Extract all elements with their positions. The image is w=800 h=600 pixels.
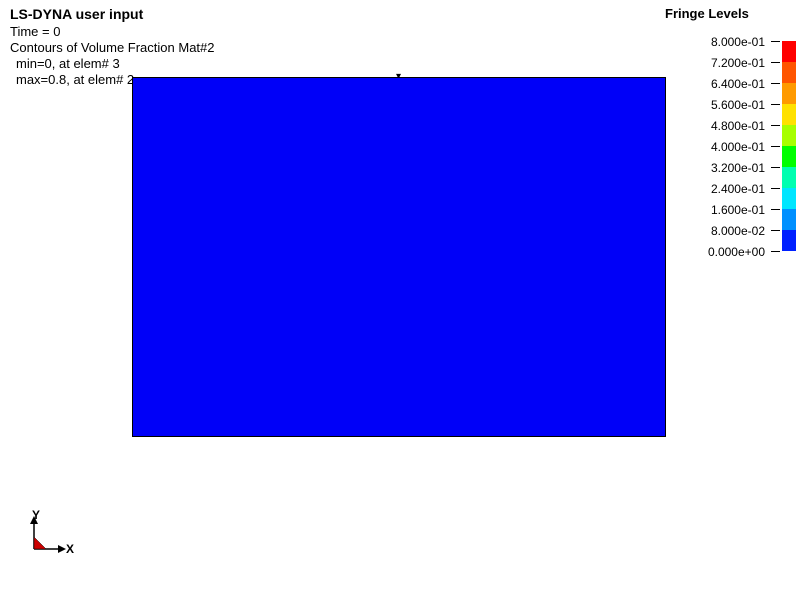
legend-tick-icon — [771, 251, 780, 252]
legend-swatch — [782, 62, 796, 83]
legend-swatch — [782, 146, 796, 167]
legend-row: 7.200e-01 — [665, 52, 780, 73]
time-label: Time = — [10, 24, 50, 39]
legend-swatch — [782, 41, 796, 62]
legend-label: 7.200e-01 — [711, 56, 771, 70]
legend-swatch — [782, 209, 796, 230]
contour-label: Contours of Volume Fraction Mat#2 — [10, 40, 215, 56]
legend-tick-icon — [771, 41, 780, 42]
axis-y-label: Y — [32, 508, 40, 522]
legend-label: 4.800e-01 — [711, 119, 771, 133]
legend-row: 2.400e-01 — [665, 178, 780, 199]
legend-swatch — [782, 188, 796, 209]
legend-row: 0.000e+00 — [665, 241, 780, 262]
legend-row: 1.600e-01 — [665, 199, 780, 220]
time-line: Time = 0 — [10, 24, 215, 40]
legend-tick-icon — [771, 62, 780, 63]
legend-tick-icon — [771, 188, 780, 189]
legend-label: 8.000e-02 — [711, 224, 771, 238]
legend-tick-icon — [771, 209, 780, 210]
legend-swatch-column — [782, 41, 796, 251]
legend-title: Fringe Levels — [665, 6, 780, 21]
legend-row: 8.000e-01 — [665, 31, 780, 52]
legend-row: 4.800e-01 — [665, 115, 780, 136]
legend-swatch — [782, 125, 796, 146]
legend-tick-icon — [771, 146, 780, 147]
legend-row: 3.200e-01 — [665, 157, 780, 178]
fringe-legend: Fringe Levels 8.000e-01 7.200e-01 6.400e-0… — [665, 6, 780, 262]
legend-tick-icon — [771, 125, 780, 126]
legend-tick-icon — [771, 167, 780, 168]
legend-row: 4.000e-01 — [665, 136, 780, 157]
contour-plot[interactable] — [132, 77, 666, 437]
legend-swatch — [782, 83, 796, 104]
legend-tick-icon — [771, 104, 780, 105]
axis-triad[interactable]: Y X — [24, 514, 84, 564]
legend-swatch — [782, 167, 796, 188]
legend-label: 6.400e-01 — [711, 77, 771, 91]
time-value: 0 — [50, 24, 61, 39]
legend-label: 5.600e-01 — [711, 98, 771, 112]
legend-label: 0.000e+00 — [708, 245, 771, 259]
legend-rows: 8.000e-01 7.200e-01 6.400e-01 5.600e-01 4.80… — [665, 31, 780, 262]
plot-title: LS-DYNA user input — [10, 6, 215, 24]
legend-tick-icon — [771, 230, 780, 231]
legend-tick-icon — [771, 83, 780, 84]
legend-label: 2.400e-01 — [711, 182, 771, 196]
axis-x-label: X — [66, 542, 74, 556]
legend-row: 6.400e-01 — [665, 73, 780, 94]
min-line: min=0, at elem# 3 — [10, 56, 215, 72]
legend-label: 8.000e-01 — [711, 35, 771, 49]
legend-swatch — [782, 230, 796, 251]
legend-label: 1.600e-01 — [711, 203, 771, 217]
legend-label: 3.200e-01 — [711, 161, 771, 175]
legend-swatch — [782, 104, 796, 125]
legend-row: 5.600e-01 — [665, 94, 780, 115]
legend-row: 8.000e-02 — [665, 220, 780, 241]
legend-label: 4.000e-01 — [711, 140, 771, 154]
